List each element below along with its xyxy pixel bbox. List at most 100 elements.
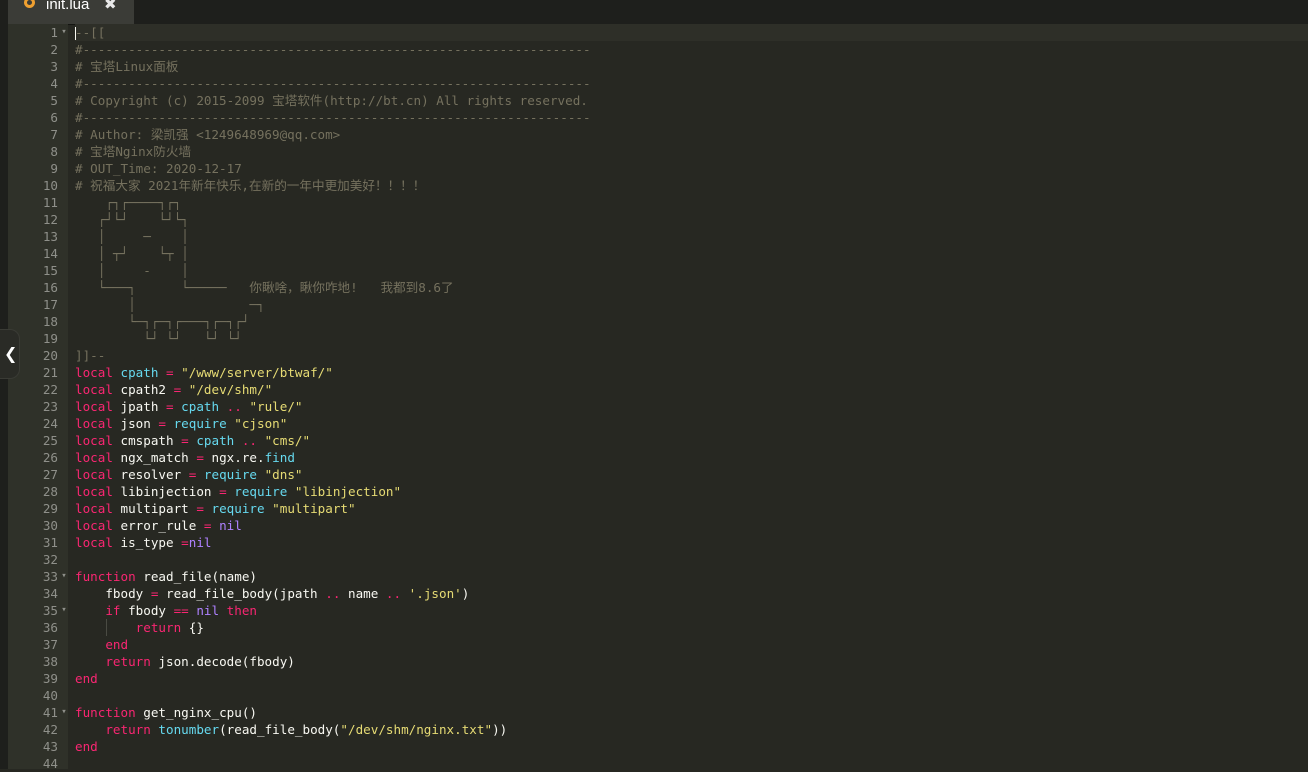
line-number: 37 (42, 637, 58, 652)
code-line[interactable]: 17 │ ─┐ (0, 296, 1308, 313)
fold-toggle-icon[interactable]: ▾ (59, 602, 69, 619)
code-token: "libinjection" (294, 484, 402, 499)
code-token: "dns" (264, 467, 303, 482)
line-number: 43 (42, 739, 58, 754)
fold-toggle-icon[interactable]: ▾ (59, 568, 69, 585)
code-line[interactable]: 31 local is_type =nil (0, 534, 1308, 551)
code-line[interactable]: 28 local libinjection = require "libinjec… (0, 483, 1308, 500)
code-line[interactable]: 19 └┘ └┘ └┘ └┘ (0, 330, 1308, 347)
code-token: is_type (120, 535, 182, 550)
code-line[interactable]: 2 #--------------------------------------… (0, 41, 1308, 58)
code-line[interactable]: 26 local ngx_match = ngx.re.find (0, 449, 1308, 466)
line-number: 38 (42, 654, 58, 669)
code-token: "cjson" (234, 416, 288, 431)
code-line[interactable]: 20]]-- (0, 347, 1308, 364)
code-token: require (203, 467, 265, 482)
code-line[interactable]: 42 return tonumber(read_file_body("/dev/… (0, 721, 1308, 738)
code-line[interactable]: 27 local resolver = require "dns" (0, 466, 1308, 483)
fold-toggle-icon[interactable]: ▾ (59, 24, 69, 41)
code-line[interactable]: 5 # Copyright (c) 2015-2099 宝塔软件(http://b… (0, 92, 1308, 109)
line-content: ┌┘└┘ └┘└┐ (75, 211, 1308, 228)
code-line[interactable]: 11 ┌┐┌────┐┌┐ (0, 194, 1308, 211)
code-line[interactable]: 43 end (0, 738, 1308, 755)
text-cursor (75, 27, 76, 40)
code-token: resolver (120, 467, 182, 482)
code-line[interactable]: 41 ▾ function get_nginx_cpu() (0, 704, 1308, 721)
code-line[interactable]: 39 end (0, 670, 1308, 687)
line-number: 14 (42, 246, 58, 261)
code-token: ) (461, 586, 470, 601)
code-token: local (75, 416, 121, 431)
line-number: 39 (42, 671, 58, 686)
line-content: local is_type =nil (75, 534, 1308, 551)
code-token: cmspath (120, 433, 174, 448)
tab-bar: init.lua ✖ (0, 0, 1308, 25)
line-number: 25 (42, 433, 58, 448)
line-number: 6 (50, 110, 58, 125)
code-line[interactable]: 36 return {} (0, 619, 1308, 636)
code-token: "/dev/shm/" (188, 382, 273, 397)
line-number: 3 (50, 59, 58, 74)
line-content (75, 687, 1308, 704)
code-line[interactable]: 12 ┌┘└┘ └┘└┐ (0, 211, 1308, 228)
code-token: .. (385, 586, 409, 601)
tab-init-lua[interactable]: init.lua ✖ (8, 0, 134, 24)
code-token: .. (219, 399, 250, 414)
code-line[interactable]: 14 │ ┬┘ └┬ │ (0, 245, 1308, 262)
line-content: │ - │ (75, 262, 1308, 279)
code-line[interactable]: 21 local cpath = "/www/server/btwaf/" (0, 364, 1308, 381)
code-line[interactable]: 33 ▾ function read_file(name) (0, 568, 1308, 585)
code-line[interactable]: 10 # 祝福大家 2021年新年快乐,在新的一年中更加美好！！！！ (0, 177, 1308, 194)
code-token: cpath (120, 365, 159, 380)
code-line[interactable]: 38 return json.decode(fbody) (0, 653, 1308, 670)
code-line[interactable]: 16 └───┐ └───── 你瞅啥，瞅你咋地! 我都到8.6了 (0, 279, 1308, 296)
line-content: local resolver = require "dns" (75, 466, 1308, 483)
line-content: # OUT_Time: 2020-12-17 (75, 160, 1308, 177)
code-token: jpath (120, 399, 159, 414)
code-line[interactable]: 40 (0, 687, 1308, 704)
line-number: 8 (50, 144, 58, 159)
code-line[interactable]: 8 # 宝塔Nginx防火墙 (0, 143, 1308, 160)
code-line[interactable]: 18 └─┐┌─┐┌───┐┌─┐┌┘ (0, 313, 1308, 330)
code-line[interactable]: 15 │ - │ (0, 262, 1308, 279)
line-number: 27 (42, 467, 58, 482)
code-editor[interactable]: 1 ▾ --[[2 #--------------------------------… (0, 24, 1308, 772)
code-token: json.decode(fbody) (158, 654, 295, 669)
code-line[interactable]: 9 # OUT_Time: 2020-12-17 (0, 160, 1308, 177)
code-line[interactable]: 29 local multipart = require "multipart" (0, 500, 1308, 517)
panel-toggle-handle[interactable]: ❮ (0, 329, 20, 379)
code-line[interactable]: 32 (0, 551, 1308, 568)
code-token: {} (188, 620, 204, 635)
code-token: #---------------------------------------… (75, 76, 591, 91)
code-token: local (75, 433, 121, 448)
line-content: local libinjection = require "libinjecti… (75, 483, 1308, 500)
fold-toggle-icon[interactable]: ▾ (59, 704, 69, 721)
code-line[interactable]: 23 local jpath = cpath .. "rule/" (0, 398, 1308, 415)
code-line[interactable]: 13 │ ─ │ (0, 228, 1308, 245)
close-icon[interactable]: ✖ (104, 0, 117, 15)
code-line[interactable]: 24 local json = require "cjson" (0, 415, 1308, 432)
line-content: fbody = read_file_body(jpath .. name .. … (75, 585, 1308, 602)
code-token: local (75, 450, 121, 465)
code-line[interactable]: 3 # 宝塔Linux面板 (0, 58, 1308, 75)
code-line[interactable]: 22 local cpath2 = "/dev/shm/" (0, 381, 1308, 398)
line-content: local ngx_match = ngx.re.find (75, 449, 1308, 466)
code-token: # Copyright (c) 2015-2099 宝塔软件(http://bt… (75, 93, 588, 108)
code-line[interactable]: 7 # Author: 梁凯强 <1249648969@qq.com> (0, 126, 1308, 143)
line-content: │ ─┐ (75, 296, 1308, 313)
code-line[interactable]: 1 ▾ --[[ (0, 24, 1308, 41)
code-token: │ ┬┘ └┬ │ (75, 246, 189, 261)
code-line[interactable]: 6 #--------------------------------------… (0, 109, 1308, 126)
line-content: local cpath2 = "/dev/shm/" (75, 381, 1308, 398)
code-line[interactable]: 44 (0, 755, 1308, 772)
code-line[interactable]: 37 end (0, 636, 1308, 653)
code-line[interactable]: 4 #--------------------------------------… (0, 75, 1308, 92)
code-line[interactable]: 34 fbody = read_file_body(jpath .. name … (0, 585, 1308, 602)
code-line[interactable]: 35 ▾ if fbody == nil then (0, 602, 1308, 619)
code-token: then (226, 603, 258, 618)
line-content: local jpath = cpath .. "rule/" (75, 398, 1308, 415)
code-line[interactable]: 30 local error_rule = nil (0, 517, 1308, 534)
code-line[interactable]: 25 local cmspath = cpath .. "cms/" (0, 432, 1308, 449)
code-token: nil (219, 518, 242, 533)
line-number: 15 (42, 263, 58, 278)
